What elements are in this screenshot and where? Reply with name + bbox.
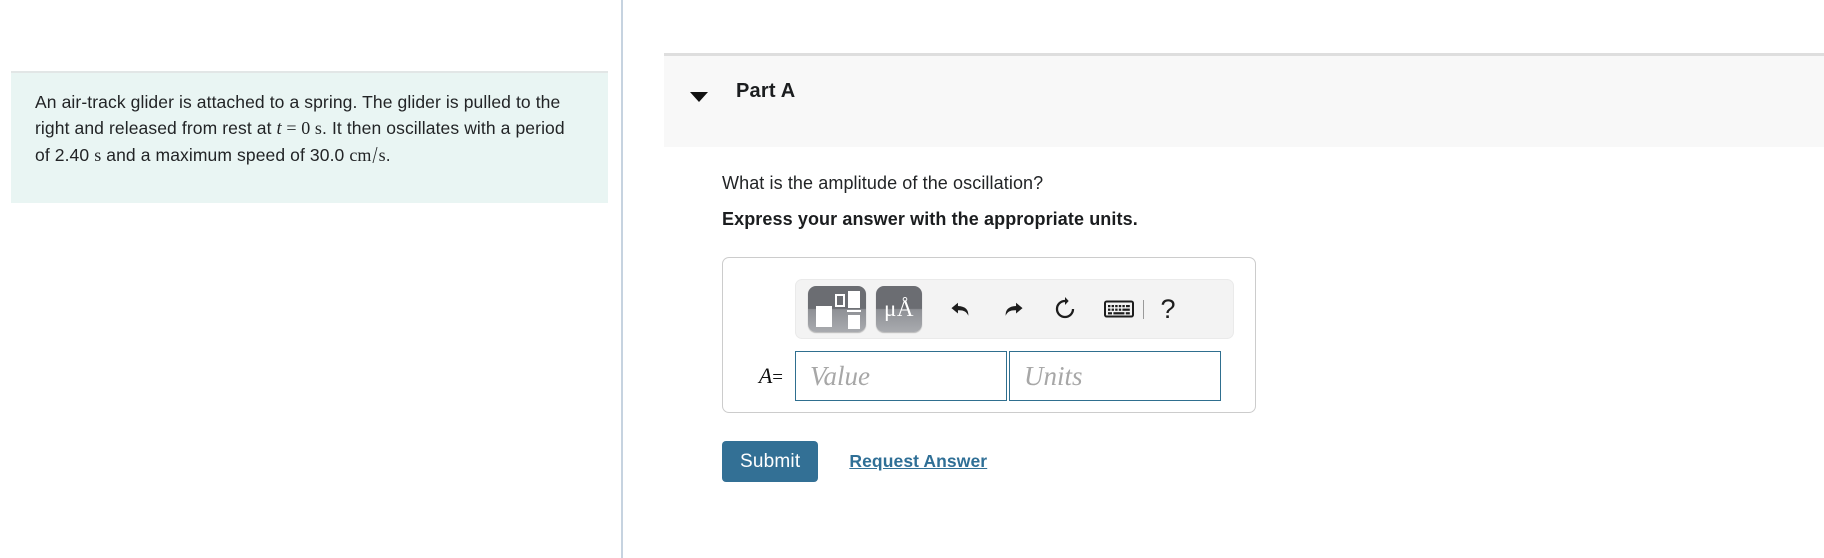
help-question-mark-icon[interactable]: ? <box>1158 294 1178 324</box>
equals-sign: = <box>772 367 783 388</box>
problem-statement-panel: An air-track glider is attached to a spr… <box>0 0 621 558</box>
unit-cm-per-s: cm/s <box>349 142 386 169</box>
toolbar-separator <box>1143 299 1144 319</box>
answer-field-row: A= <box>723 351 1255 401</box>
answer-value-input[interactable] <box>795 351 1007 401</box>
unit-seconds-3: s <box>378 145 386 165</box>
template-box-3 <box>848 291 860 308</box>
fraction-slash: / <box>372 141 378 169</box>
answer-variable-label: A= <box>723 363 795 389</box>
problem-text-part3: and a maximum speed of 30.0 <box>101 145 350 165</box>
request-answer-link[interactable]: Request Answer <box>849 451 987 472</box>
math-template-icon[interactable] <box>808 286 866 332</box>
problem-statement-box: An air-track glider is attached to a spr… <box>11 71 608 203</box>
answer-units-input[interactable] <box>1009 351 1221 401</box>
part-title: Part A <box>736 80 796 102</box>
problem-statement-text: An air-track glider is attached to a spr… <box>35 89 584 169</box>
submit-button[interactable]: Submit <box>722 441 819 482</box>
answer-entry-box: μÅ ? A= Value Units <box>722 257 1256 413</box>
answer-panel: Part A What is the amplitude of the osci… <box>623 0 1824 558</box>
units-button[interactable]: μÅ <box>876 286 922 332</box>
page-root: An air-track glider is attached to a spr… <box>0 0 1824 558</box>
unit-cm: cm <box>349 145 372 165</box>
answer-actions: Submit Request Answer <box>722 441 987 482</box>
template-box-2 <box>835 294 845 307</box>
question-prompt: What is the amplitude of the oscillation… <box>722 173 1044 193</box>
variable-a: A <box>758 363 773 388</box>
equals-zero: = 0 <box>281 118 315 138</box>
template-box-4 <box>848 315 860 329</box>
reset-circular-arrow-icon[interactable] <box>1052 294 1078 324</box>
template-fraction-bar <box>847 310 861 312</box>
answer-instruction: Express your answer with the appropriate… <box>722 209 1138 229</box>
undo-arrow-icon[interactable] <box>948 294 974 324</box>
redo-arrow-icon[interactable] <box>1000 294 1026 324</box>
keyboard-icon[interactable] <box>1104 294 1134 324</box>
problem-text-end: . <box>385 145 391 165</box>
unit-seconds-1: s <box>314 118 323 138</box>
template-box-1 <box>816 306 832 327</box>
part-a-header[interactable]: Part A <box>664 53 1824 147</box>
math-toolbar: μÅ ? <box>795 279 1234 339</box>
caret-down-icon[interactable] <box>690 92 708 102</box>
